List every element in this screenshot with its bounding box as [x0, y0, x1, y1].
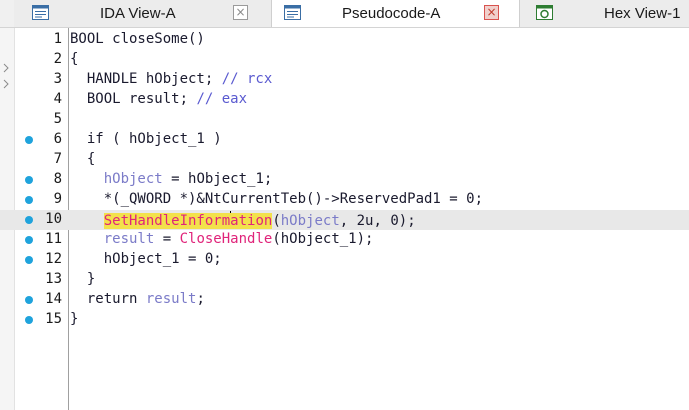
code-variable: result: [103, 231, 155, 247]
code-text[interactable]: }: [70, 311, 78, 327]
code-line[interactable]: 5: [0, 110, 689, 130]
code-line[interactable]: 11 result = CloseHandle(hObject_1);: [0, 230, 689, 250]
code-line[interactable]: 4 BOOL result; // eax: [0, 90, 689, 110]
line-number: 9: [53, 191, 62, 207]
code-line[interactable]: 8 hObject = hObject_1;: [0, 170, 689, 190]
line-number: 5: [53, 111, 62, 127]
code-text[interactable]: BOOL result; // eax: [70, 91, 247, 107]
code-line-current[interactable]: 10 SetHandleInformation(hObject, 2u, 0);: [0, 210, 689, 230]
code-comment: // eax: [196, 91, 248, 107]
code-text[interactable]: return result;: [70, 291, 205, 307]
code-token: (hObject_1);: [272, 231, 374, 247]
breakpoint-dot-icon[interactable]: [25, 316, 33, 324]
line-number: 12: [45, 251, 62, 267]
code-function-highlighted: SetHandleInform: [103, 213, 231, 229]
code-line[interactable]: 3 HANDLE hObject; // rcx: [0, 70, 689, 90]
code-text[interactable]: HANDLE hObject; // rcx: [70, 71, 272, 87]
line-number: 11: [45, 231, 62, 247]
tab-ida-view-a[interactable]: IDA View-A ×: [14, 0, 272, 27]
line-number: 3: [53, 71, 62, 87]
line-number: 15: [45, 311, 62, 327]
code-function-highlighted: ation: [230, 213, 273, 229]
breakpoint-dot-icon[interactable]: [25, 236, 33, 244]
code-token: }: [70, 311, 79, 327]
code-line[interactable]: 13 }: [0, 270, 689, 290]
code-token: {: [70, 51, 79, 67]
grid-view-icon: [284, 5, 301, 20]
code-line[interactable]: 2{: [0, 50, 689, 70]
code-line[interactable]: 6 if ( hObject_1 ): [0, 130, 689, 150]
code-comment: // rcx: [221, 71, 273, 87]
line-number: 7: [53, 151, 62, 167]
line-number: 4: [53, 91, 62, 107]
code-token: (: [272, 213, 281, 229]
tab-label: Hex View-1: [604, 5, 681, 22]
code-text[interactable]: BOOL closeSome(): [70, 31, 205, 47]
code-line[interactable]: 14 return result;: [0, 290, 689, 310]
code-text[interactable]: hObject_1 = 0;: [70, 251, 222, 267]
code-line[interactable]: 9 *(_QWORD *)&NtCurrentTeb()->ReservedPa…: [0, 190, 689, 210]
breakpoint-dot-icon[interactable]: [25, 296, 33, 304]
code-line[interactable]: 1 BOOL closeSome(): [0, 30, 689, 50]
breakpoint-dot-icon[interactable]: [25, 216, 33, 224]
code-line[interactable]: 7 {: [0, 150, 689, 170]
code-text[interactable]: {: [70, 51, 78, 67]
code-token: hObject_1 = 0;: [70, 251, 222, 267]
code-text[interactable]: SetHandleInformation(hObject, 2u, 0);: [70, 211, 416, 229]
code-token: }: [70, 271, 96, 287]
breakpoint-dot-icon[interactable]: [25, 136, 33, 144]
code-variable: hObject: [280, 213, 340, 229]
line-number: 13: [45, 271, 62, 287]
code-token: *(_QWORD *)&NtCurrentTeb()->ReservedPad1…: [70, 191, 484, 207]
line-number: 8: [53, 171, 62, 187]
hex-view-icon: [536, 5, 553, 20]
code-token: = hObject_1;: [162, 171, 273, 187]
code-variable: result: [145, 291, 197, 307]
line-number: 10: [45, 211, 62, 227]
code-text[interactable]: if ( hObject_1 ): [70, 131, 222, 147]
breakpoint-dot-icon[interactable]: [25, 196, 33, 204]
tab-label: Pseudocode-A: [342, 5, 441, 22]
code-token: BOOL result;: [70, 91, 197, 107]
code-token: return: [70, 291, 146, 307]
breakpoint-dot-icon[interactable]: [25, 176, 33, 184]
line-number: 1: [53, 31, 62, 47]
code-token: {: [70, 151, 96, 167]
code-line[interactable]: 12 hObject_1 = 0;: [0, 250, 689, 270]
code-token: if ( hObject_1 ): [70, 131, 222, 147]
line-number: 6: [53, 131, 62, 147]
code-function: CloseHandle: [179, 231, 273, 247]
code-token: HANDLE hObject;: [70, 71, 222, 87]
breakpoint-dot-icon[interactable]: [25, 256, 33, 264]
tab-label: IDA View-A: [100, 5, 176, 22]
code-token: , 2u, 0);: [339, 213, 416, 229]
line-number: 2: [53, 51, 62, 67]
tab-pseudocode-a[interactable]: Pseudocode-A ×: [272, 0, 520, 27]
code-token: BOOL closeSome(): [70, 31, 205, 47]
close-icon[interactable]: ×: [233, 5, 248, 20]
grid-view-icon: [32, 5, 49, 20]
line-number: 14: [45, 291, 62, 307]
code-text[interactable]: {: [70, 151, 95, 167]
code-token: =: [154, 231, 180, 247]
code-text[interactable]: result = CloseHandle(hObject_1);: [70, 231, 374, 247]
tab-bar: IDA View-A × Pseudocode-A × Hex View-1: [0, 0, 689, 28]
tab-hex-view-1[interactable]: Hex View-1: [520, 0, 689, 27]
close-icon[interactable]: ×: [484, 5, 499, 20]
code-text[interactable]: }: [70, 271, 95, 287]
code-token: ;: [196, 291, 205, 307]
code-text[interactable]: hObject = hObject_1;: [70, 171, 273, 187]
code-text[interactable]: *(_QWORD *)&NtCurrentTeb()->ReservedPad1…: [70, 191, 483, 207]
code-line[interactable]: 15}: [0, 310, 689, 330]
code-variable: hObject: [103, 171, 163, 187]
